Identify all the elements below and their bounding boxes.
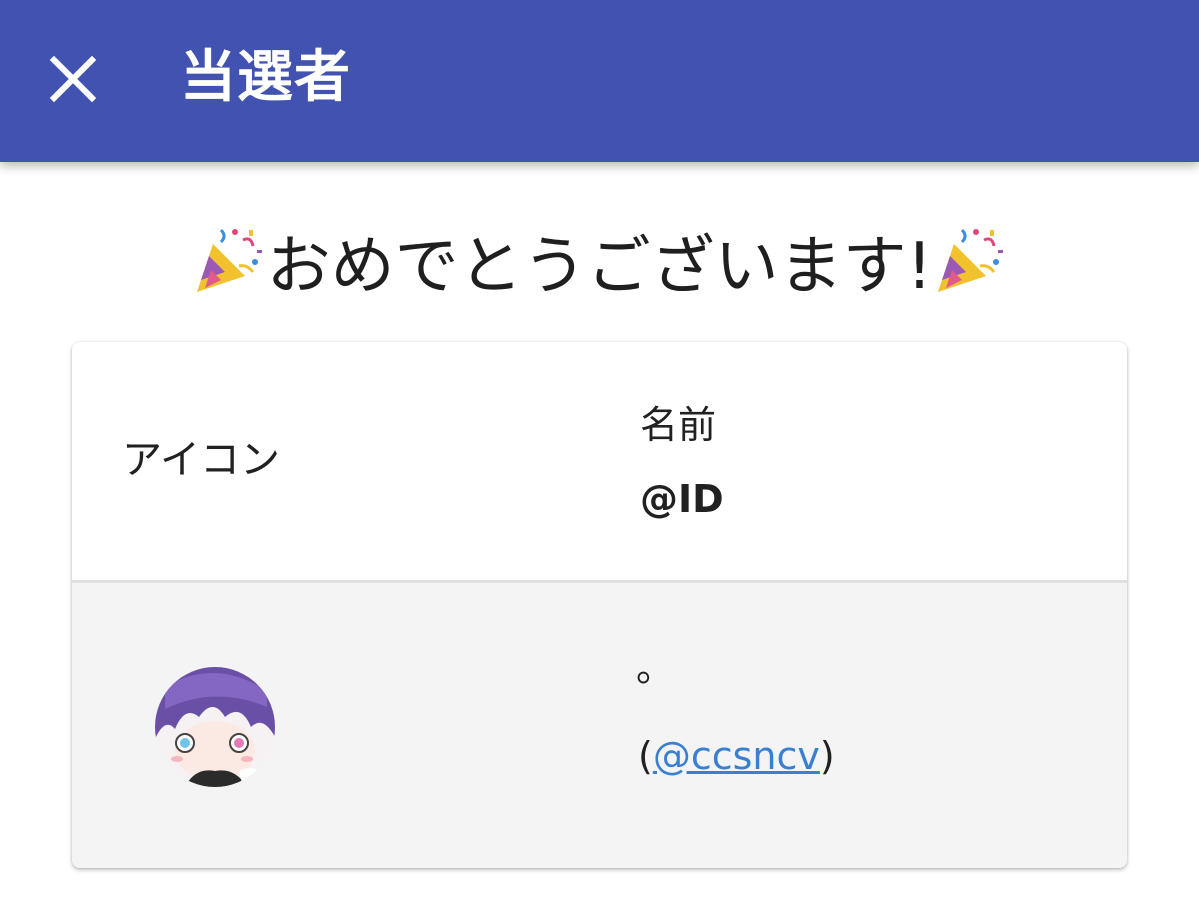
open-paren: ( [638,734,653,778]
close-paren: ) [819,734,835,778]
congratulations-heading: おめでとうございます! [0,222,1199,312]
avatar-image [155,667,275,787]
winner-handle-link[interactable]: @ccsncv [653,734,820,778]
table-row: 。 (@ccsncv) [72,583,1127,868]
avatar[interactable] [155,667,275,787]
party-popper-icon [938,228,1004,292]
headline-text: おめでとうございます! [266,230,933,304]
party-popper-icon [196,228,262,292]
table-header: アイコン 名前 @ID [72,342,1127,583]
winner-name: 。 [636,646,675,690]
close-button[interactable] [40,46,106,112]
winners-table: アイコン 名前 @ID 。 (@ccsncv) [72,342,1127,868]
column-header-icon: アイコン [122,437,280,483]
app-bar: 当選者 [0,0,1199,162]
winner-id: (@ccsncv) [638,731,835,781]
column-header-name: 名前 [640,403,717,447]
column-header-id: @ID [640,477,724,521]
page-title: 当選者 [180,45,351,110]
close-icon [49,55,97,103]
